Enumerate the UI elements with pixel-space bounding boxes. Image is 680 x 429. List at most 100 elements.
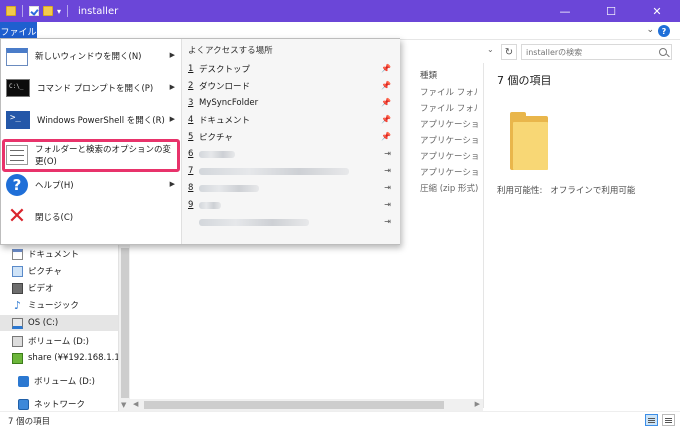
large-icons-view-button[interactable] [662,414,675,426]
unpinned-icon[interactable]: ⇥ [384,200,391,209]
toolbar-separator [67,5,69,17]
unpinned-icon[interactable]: ⇥ [384,149,391,158]
powershell-icon [6,111,30,129]
nav-item-label: ビデオ [28,284,54,294]
nav-item-label: ボリューム (D:) [34,377,95,387]
nav-item-network-share[interactable]: share (¥¥192.168.1.18 [12,350,118,366]
nav-item-pictures[interactable]: ピクチャ [12,263,118,279]
frequent-place-item[interactable]: 8 ⇥ [188,180,393,196]
frequent-place-label: MySyncFolder [199,98,259,108]
customize-toolbar-icon[interactable]: ▾ [57,7,61,16]
menu-item-close[interactable]: ✕ 閉じる(C) [3,202,179,232]
nav-scrollbar-thumb[interactable] [121,248,129,398]
frequent-place-label: ドキュメント [199,116,251,126]
details-view-button[interactable] [645,414,658,426]
unpinned-icon[interactable]: ⇥ [384,217,391,226]
horizontal-scrollbar[interactable]: ◀ ▶ [130,399,483,411]
details-pane-divider[interactable] [483,63,484,408]
type-cell: ファイル フォルダー [420,104,478,114]
pin-icon[interactable]: 📌 [381,98,391,107]
frequent-places-pane: よくアクセスする場所 1 デスクトップ 📌 2 ダウンロード 📌 3 MySyn… [181,39,400,244]
nav-item-os-drive[interactable]: OS (C:) [0,315,118,331]
nav-item-label: ミュージック [28,301,79,311]
scroll-down-arrow-icon[interactable]: ▼ [121,401,126,409]
submenu-arrow-icon: ▶ [169,83,175,91]
refresh-button[interactable]: ↻ [501,44,517,60]
frequent-places-title: よくアクセスする場所 [188,46,273,56]
type-cell: 圧縮 (zip 形式) [420,184,478,194]
blurred-label [199,218,309,226]
frequent-place-number: 2 [188,81,194,91]
nav-item-network[interactable]: ネットワーク [18,396,124,412]
menu-item-label: Windows PowerShell を開く(R) [37,116,165,126]
frequent-place-item[interactable]: 9 ⇥ [188,197,393,213]
type-column-header[interactable]: 種類 [420,69,437,81]
window-title: installer [78,5,119,17]
videos-icon [12,282,23,294]
blurred-label [199,150,235,158]
availability-value: オフラインで利用可能 [550,186,636,196]
type-column: 種類 ファイル フォルダー ファイル フォルダー アプリケーション アプリケーシ… [420,63,480,203]
availability-info: 利用可能性: オフラインで利用可能 [497,184,643,196]
details-title: 7 個の項目 [497,74,552,87]
menu-item-command-prompt[interactable]: コマンド プロンプトを開く(P) ▶ [3,73,179,103]
menu-item-powershell[interactable]: Windows PowerShell を開く(R) ▶ [3,105,179,135]
nav-item-usb-volume[interactable]: ボリューム (D:) [18,373,124,389]
search-icon[interactable] [659,48,667,56]
pin-icon[interactable]: 📌 [381,81,391,90]
blurred-label [199,201,221,209]
nav-item-volume-d[interactable]: ボリューム (D:) [12,333,118,349]
properties-icon[interactable] [29,6,39,16]
status-bar: 7 個の項目 [0,411,680,429]
address-history-dropdown-icon[interactable]: ⌄ [487,45,494,54]
command-prompt-icon [6,79,30,97]
frequent-place-number: 7 [188,166,194,176]
close-icon: ✕ [7,204,27,229]
pin-icon[interactable]: 📌 [381,132,391,141]
type-cell: アプリケーション [420,168,478,178]
nav-item-label: share (¥¥192.168.1.18 [28,353,118,363]
unpinned-icon[interactable]: ⇥ [384,183,391,192]
frequent-place-item[interactable]: ⇥ [188,214,393,230]
help-icon[interactable]: ? [658,25,670,37]
frequent-place-label: ダウンロード [199,82,251,92]
horizontal-scrollbar-thumb[interactable] [144,401,444,409]
nav-item-music[interactable]: ♪ ミュージック [12,297,118,313]
close-window-button[interactable]: ✕ [634,0,680,22]
title-bar: ▾ installer — ☐ ✕ [0,0,680,22]
frequent-place-number: 3 [188,98,194,108]
quick-access-toolbar: ▾ [0,5,70,17]
frequent-place-item[interactable]: 5 ピクチャ 📌 [188,129,393,145]
scroll-left-arrow-icon[interactable]: ◀ [133,400,138,408]
frequent-place-item[interactable]: 3 MySyncFolder 📌 [188,95,393,111]
frequent-place-item[interactable]: 4 ドキュメント 📌 [188,112,393,128]
frequent-place-item[interactable]: 7 ⇥ [188,163,393,179]
network-share-icon [12,352,23,364]
frequent-place-number: 9 [188,200,194,210]
pin-icon[interactable]: 📌 [381,64,391,73]
frequent-place-item[interactable]: 6 ⇥ [188,146,393,162]
search-input[interactable] [526,47,656,57]
unpinned-icon[interactable]: ⇥ [384,166,391,175]
search-box[interactable] [521,44,672,60]
menu-item-help[interactable]: ? ヘルプ(H) ▶ [3,170,179,200]
frequent-place-item[interactable]: 1 デスクトップ 📌 [188,61,393,77]
scroll-right-arrow-icon[interactable]: ▶ [475,400,480,408]
status-item-count: 7 個の項目 [8,417,51,427]
nav-item-videos[interactable]: ビデオ [12,280,118,296]
menu-item-label: 新しいウィンドウを開く(N) [35,52,142,62]
submenu-arrow-icon: ▶ [169,115,175,123]
pin-icon[interactable]: 📌 [381,115,391,124]
menu-item-new-window[interactable]: 新しいウィンドウを開く(N) ▶ [3,41,179,71]
usb-drive-icon [18,375,29,387]
frequent-place-item[interactable]: 2 ダウンロード 📌 [188,78,393,94]
minimize-button[interactable]: — [542,0,588,22]
maximize-button[interactable]: ☐ [588,0,634,22]
nav-item-documents[interactable]: ドキュメント [12,246,118,262]
frequent-place-number: 8 [188,183,194,193]
expand-ribbon-icon[interactable]: ⌄ [646,25,654,35]
frequent-place-number: 5 [188,132,194,142]
submenu-arrow-icon: ▶ [169,180,175,188]
new-folder-icon[interactable] [43,6,53,16]
blurred-label [199,167,349,175]
